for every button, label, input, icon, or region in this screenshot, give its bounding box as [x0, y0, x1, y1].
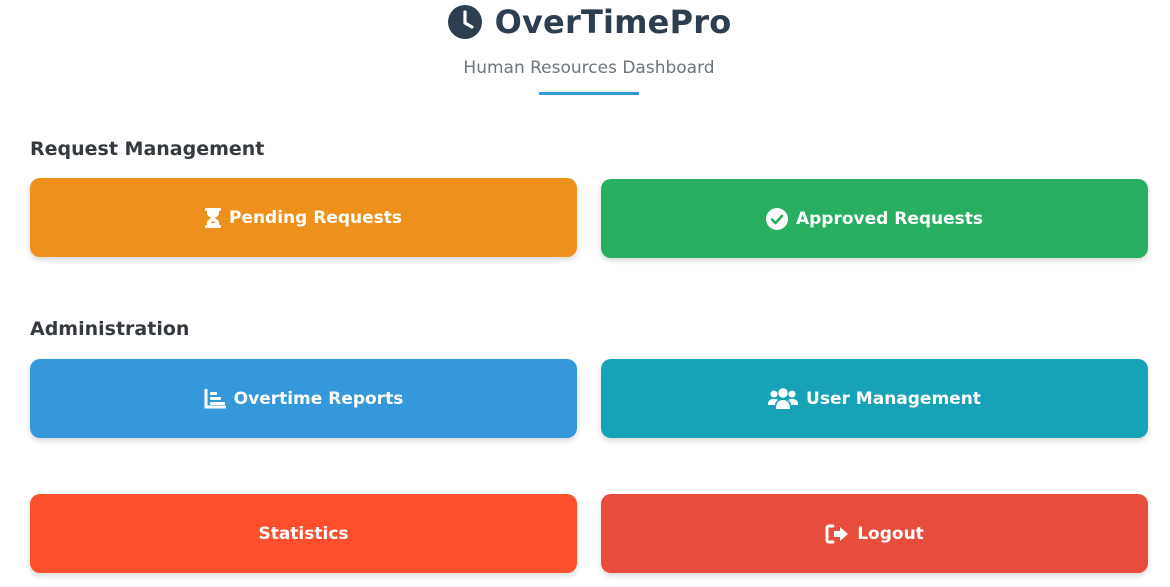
app-subtitle: Human Resources Dashboard [463, 58, 715, 78]
pending-requests-button[interactable]: Pending Requests [30, 178, 577, 257]
sign-out-icon [825, 524, 849, 544]
approved-requests-label: Approved Requests [795, 208, 984, 229]
pending-requests-label: Pending Requests [228, 207, 403, 228]
check-circle-icon [765, 207, 788, 230]
section-title-administration: Administration [30, 318, 190, 340]
page-header: OverTimePro Human Resources Dashboard [0, 0, 1170, 95]
title-underline [539, 92, 639, 95]
brand: OverTimePro [0, 2, 1170, 42]
overtime-reports-label: Overtime Reports [233, 388, 404, 409]
approved-requests-button[interactable]: Approved Requests [601, 179, 1148, 258]
overtime-reports-button[interactable]: Overtime Reports [30, 359, 577, 438]
logout-label: Logout [857, 523, 924, 544]
user-management-label: User Management [806, 388, 981, 409]
users-icon [768, 387, 799, 410]
hourglass-icon [204, 207, 221, 228]
statistics-label: Statistics [258, 523, 349, 544]
app-title: OverTimePro [494, 3, 732, 41]
dashboard-page: OverTimePro Human Resources Dashboard Re… [0, 0, 1170, 587]
statistics-button[interactable]: Statistics [30, 494, 577, 573]
chart-icon [204, 388, 226, 409]
logout-button[interactable]: Logout [601, 494, 1148, 573]
section-title-request-management: Request Management [30, 138, 265, 160]
user-management-button[interactable]: User Management [601, 359, 1148, 438]
clock-icon [447, 4, 483, 40]
